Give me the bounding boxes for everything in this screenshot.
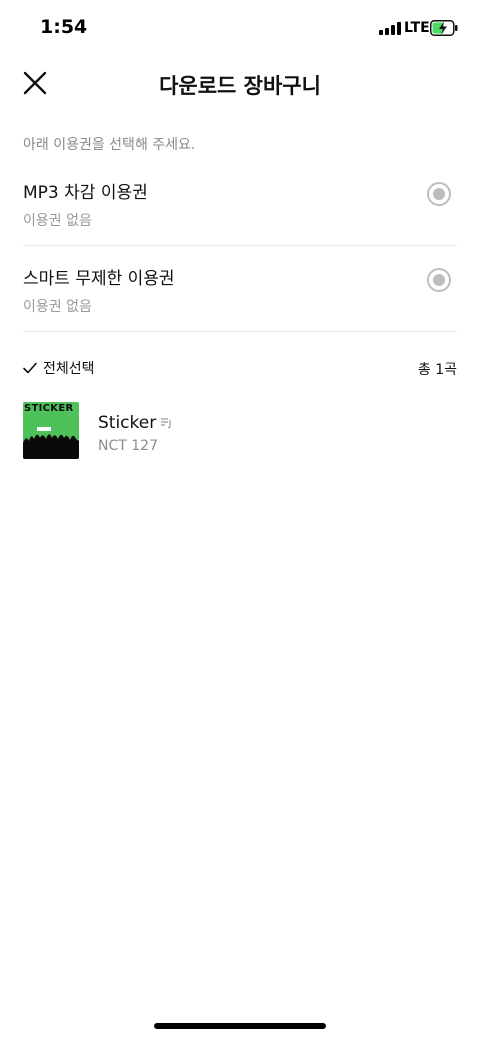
radio-button[interactable] — [427, 268, 451, 292]
status-bar: 1:54 LTE — [0, 0, 480, 56]
signal-bars-icon — [379, 22, 401, 35]
album-art-text: STICKER — [24, 403, 74, 414]
network-type: LTE — [404, 20, 430, 36]
option-subtitle: 이용권 없음 — [23, 213, 92, 229]
song-row[interactable]: STICKER Sticker NCT 127 — [0, 402, 480, 462]
divider — [23, 245, 457, 246]
instruction-text: 아래 이용권을 선택해 주세요. — [23, 137, 196, 153]
status-time: 1:54 — [40, 16, 88, 38]
total-count: 총 1곡 — [417, 362, 457, 378]
page-title: 다운로드 장바구니 — [159, 74, 321, 98]
divider — [23, 331, 457, 332]
select-all-label: 전체선택 — [43, 361, 95, 377]
option-title: 스마트 무제한 이용권 — [23, 269, 175, 289]
radio-button[interactable] — [427, 182, 451, 206]
lyrics-icon[interactable] — [160, 417, 172, 429]
select-all-button[interactable]: 전체선택 — [23, 358, 95, 378]
song-title: Sticker — [98, 413, 157, 433]
battery-charging-icon — [430, 20, 458, 36]
home-indicator[interactable] — [154, 1023, 326, 1029]
header: 다운로드 장바구니 — [0, 58, 480, 110]
option-mp3-pass[interactable]: MP3 차감 이용권 이용권 없음 — [0, 178, 480, 264]
checkmark-icon — [23, 362, 37, 374]
download-cart-screen: 1:54 LTE 다운로드 장바구니 아래 이용권을 선택해 주세요. MP3 … — [0, 0, 480, 1039]
option-title: MP3 차감 이용권 — [23, 183, 148, 203]
album-art[interactable]: STICKER — [23, 402, 79, 459]
album-silhouette — [23, 427, 79, 459]
option-smart-unlimited-pass[interactable]: 스마트 무제한 이용권 이용권 없음 — [0, 264, 480, 350]
option-subtitle: 이용권 없음 — [23, 299, 92, 315]
song-artist: NCT 127 — [98, 438, 158, 454]
